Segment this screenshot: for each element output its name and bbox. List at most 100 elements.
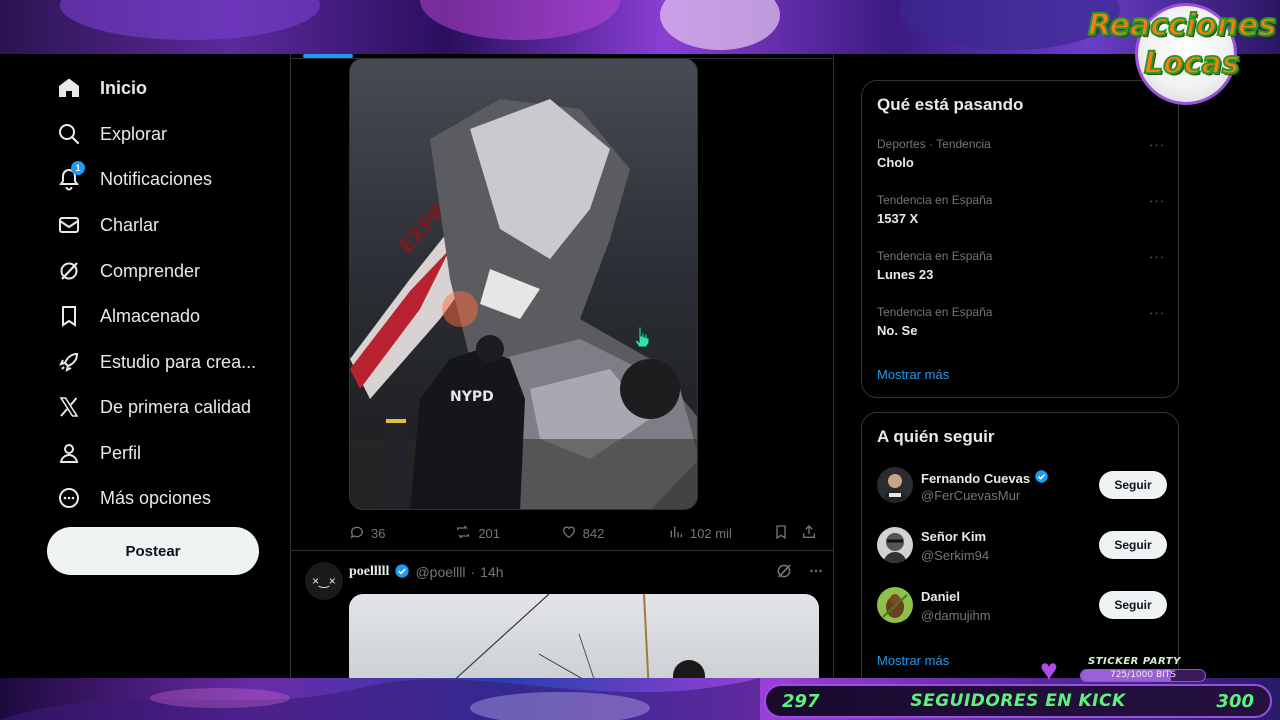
share-button[interactable] (801, 524, 819, 543)
grok-icon[interactable] (775, 562, 793, 585)
trend-more-icon[interactable]: ··· (1149, 137, 1165, 152)
avatar[interactable]: ×‿× (305, 562, 343, 600)
repost-button[interactable]: 201 (454, 524, 560, 543)
sidebar-item-label: Comprender (100, 260, 201, 281)
follow-suggestion[interactable]: Fernando Cuevas @FerCuevasMur Seguir (877, 467, 1167, 507)
brand-word-1: Reacciones (1087, 7, 1277, 44)
trend-topic: No. Se (877, 323, 918, 338)
sidebar-item-label: Charlar (100, 214, 160, 235)
kick-followers-goal-bar: 297 SEGUIDORES EN KICK 300 (764, 684, 1272, 718)
home-icon (56, 75, 82, 101)
sidebar-item-label: De primera calidad (100, 396, 252, 417)
views-count: 102 mil (689, 525, 732, 541)
trend-item[interactable]: Tendencia en España 1537 X ··· (877, 193, 1167, 226)
more-options-icon[interactable] (807, 562, 825, 585)
post-timestamp[interactable]: 14h (480, 564, 503, 580)
sidebar-item-label: Notificaciones (100, 168, 213, 189)
sidebar-item-perfil[interactable]: Perfil (56, 433, 141, 473)
bell-icon: 1 (56, 161, 85, 192)
sidebar-item-label: Inicio (100, 77, 148, 98)
bookmark-post-button[interactable] (773, 524, 801, 543)
separator-dot: · (470, 564, 476, 580)
post-button[interactable]: Postear (47, 527, 259, 575)
sidebar-item-notificaciones[interactable]: 1 Notificaciones (56, 159, 212, 199)
hand-cursor-icon (634, 326, 650, 348)
who-to-follow-card: A quién seguir Fernando Cuevas @FerCueva… (861, 412, 1179, 678)
sidebar-item-comprender[interactable]: Comprender (56, 251, 200, 291)
timeline-feed[interactable]: EXPRESS NYPD 36 201 842 102 mil ×‿× poel… (290, 54, 834, 678)
trend-topic: Cholo (877, 155, 914, 170)
mail-icon (56, 212, 82, 238)
follow-button[interactable]: Seguir (1099, 531, 1167, 559)
suggestion-handle: @FerCuevasMur (921, 488, 1021, 503)
bookmark-icon (773, 524, 789, 543)
trend-item[interactable]: Tendencia en España No. Se ··· (877, 305, 1167, 338)
suggestion-handle: @damujihm (921, 608, 991, 623)
trend-more-icon[interactable]: ··· (1149, 305, 1165, 320)
kick-current-count: 297 (782, 690, 820, 712)
sidebar-item-estudio[interactable]: Estudio para crea... (56, 342, 256, 382)
share-icon (801, 524, 817, 543)
suggestion-handle: @Serkim94 (921, 548, 990, 563)
bookmark-icon (56, 303, 82, 329)
heart-icon: ♥ (1040, 654, 1058, 687)
brand-word-2: Locas (1143, 45, 1241, 82)
reply-count: 36 (371, 525, 386, 541)
sidebar-item-label: Perfil (100, 442, 142, 463)
rocket-icon (56, 349, 82, 375)
post-image-plane-crash[interactable]: EXPRESS NYPD (349, 58, 698, 510)
sidebar-item-charlar[interactable]: Charlar (56, 205, 159, 245)
trends-title: Qué está pasando (877, 95, 1024, 114)
sidebar-item-premium[interactable]: De primera calidad (56, 387, 251, 427)
follow-suggestion[interactable]: Daniel @damujihm Seguir (877, 587, 1167, 627)
avatar[interactable] (877, 527, 913, 563)
repost-icon (454, 524, 472, 543)
views-button[interactable]: 102 mil (668, 524, 773, 543)
trend-more-icon[interactable]: ··· (1149, 249, 1165, 264)
sidebar-item-inicio[interactable]: Inicio (56, 68, 147, 108)
reply-button[interactable]: 36 (349, 524, 454, 543)
trend-more-icon[interactable]: ··· (1149, 193, 1165, 208)
sidebar-item-mas-opciones[interactable]: Más opciones (56, 478, 211, 518)
avatar[interactable] (877, 587, 913, 623)
trend-meta: Tendencia en España (877, 193, 993, 207)
follow-suggestion[interactable]: Señor Kim @Serkim94 Seguir (877, 527, 1167, 567)
trend-item[interactable]: Tendencia en España Lunes 23 ··· (877, 249, 1167, 282)
stream-brand-logo: Reacciones Locas (1086, 4, 1277, 102)
who-to-follow-show-more-link[interactable]: Mostrar más (877, 653, 949, 668)
sidebar-item-almacenado[interactable]: Almacenado (56, 296, 200, 336)
post-image-second[interactable] (349, 594, 819, 678)
trend-topic: 1537 X (877, 211, 919, 226)
suggestion-name[interactable]: Fernando Cuevas (921, 469, 1049, 487)
post-header-tools (775, 562, 825, 585)
sidebar-item-explorar[interactable]: Explorar (56, 114, 167, 154)
author-name[interactable]: poelllll (349, 564, 389, 580)
repost-count: 201 (478, 525, 501, 541)
kick-goal-label: SEGUIDORES EN KICK (910, 691, 1126, 711)
suggestion-name[interactable]: Daniel (921, 589, 960, 604)
trend-topic: Lunes 23 (877, 267, 934, 282)
sticker-progress-label: 725/1000 BITS (1109, 670, 1176, 680)
post-actions-bar: 36 201 842 102 mil (349, 522, 819, 544)
more-circle-icon (56, 485, 82, 511)
suggestion-name[interactable]: Señor Kim (921, 529, 986, 544)
nypd-lettering: NYPD (450, 389, 494, 405)
verified-badge-icon (394, 563, 410, 582)
sidebar-item-label: Explorar (100, 123, 168, 144)
reply-icon (349, 524, 365, 543)
person-icon (56, 440, 82, 466)
search-icon (56, 121, 82, 147)
sticker-party-widget: ♥ STICKER PARTY 725/1000 BITS (1040, 656, 1210, 686)
avatar[interactable] (877, 467, 913, 503)
trends-show-more-link[interactable]: Mostrar más (877, 367, 949, 382)
verified-badge-icon (1034, 469, 1049, 487)
sidebar-item-label: Almacenado (100, 305, 201, 326)
like-count: 842 (582, 525, 605, 541)
trend-item[interactable]: Deportes · Tendencia Cholo ··· (877, 137, 1167, 170)
trend-meta: Tendencia en España (877, 249, 993, 263)
author-handle[interactable]: @poellll (415, 564, 465, 580)
like-button[interactable]: 842 (561, 524, 668, 543)
follow-button[interactable]: Seguir (1099, 471, 1167, 499)
trend-meta: Deportes · Tendencia (877, 137, 991, 151)
follow-button[interactable]: Seguir (1099, 591, 1167, 619)
